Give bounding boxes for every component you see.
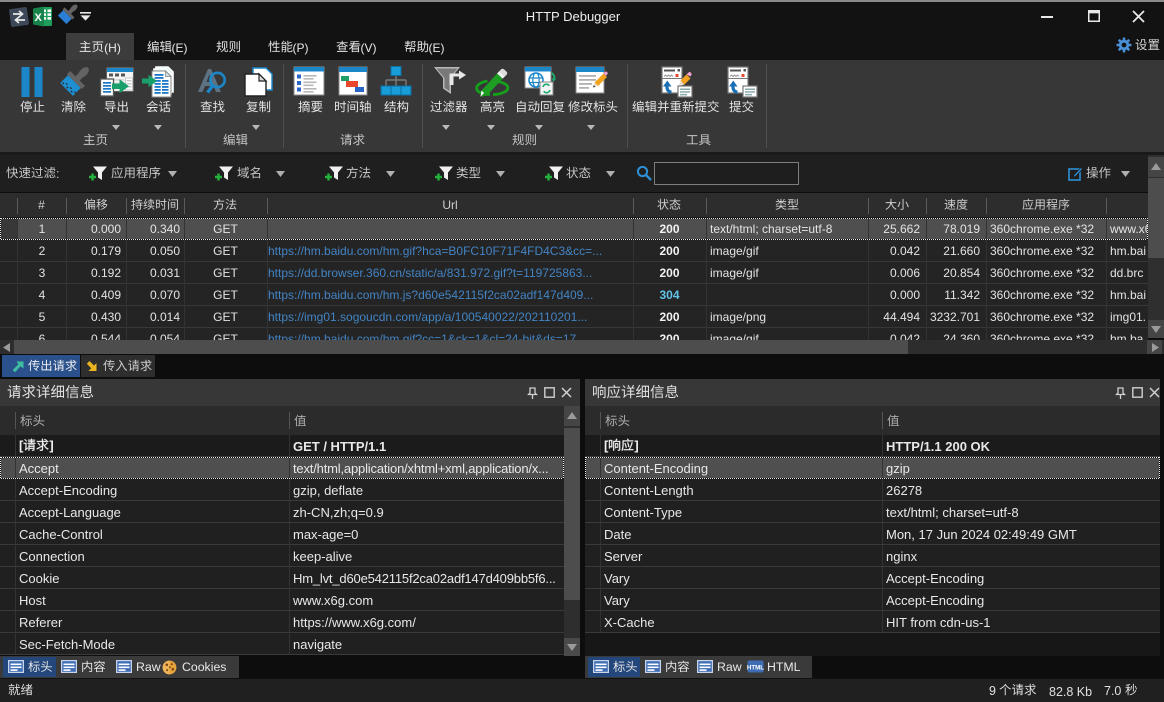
svg-text:HTML: HTML (747, 665, 764, 672)
